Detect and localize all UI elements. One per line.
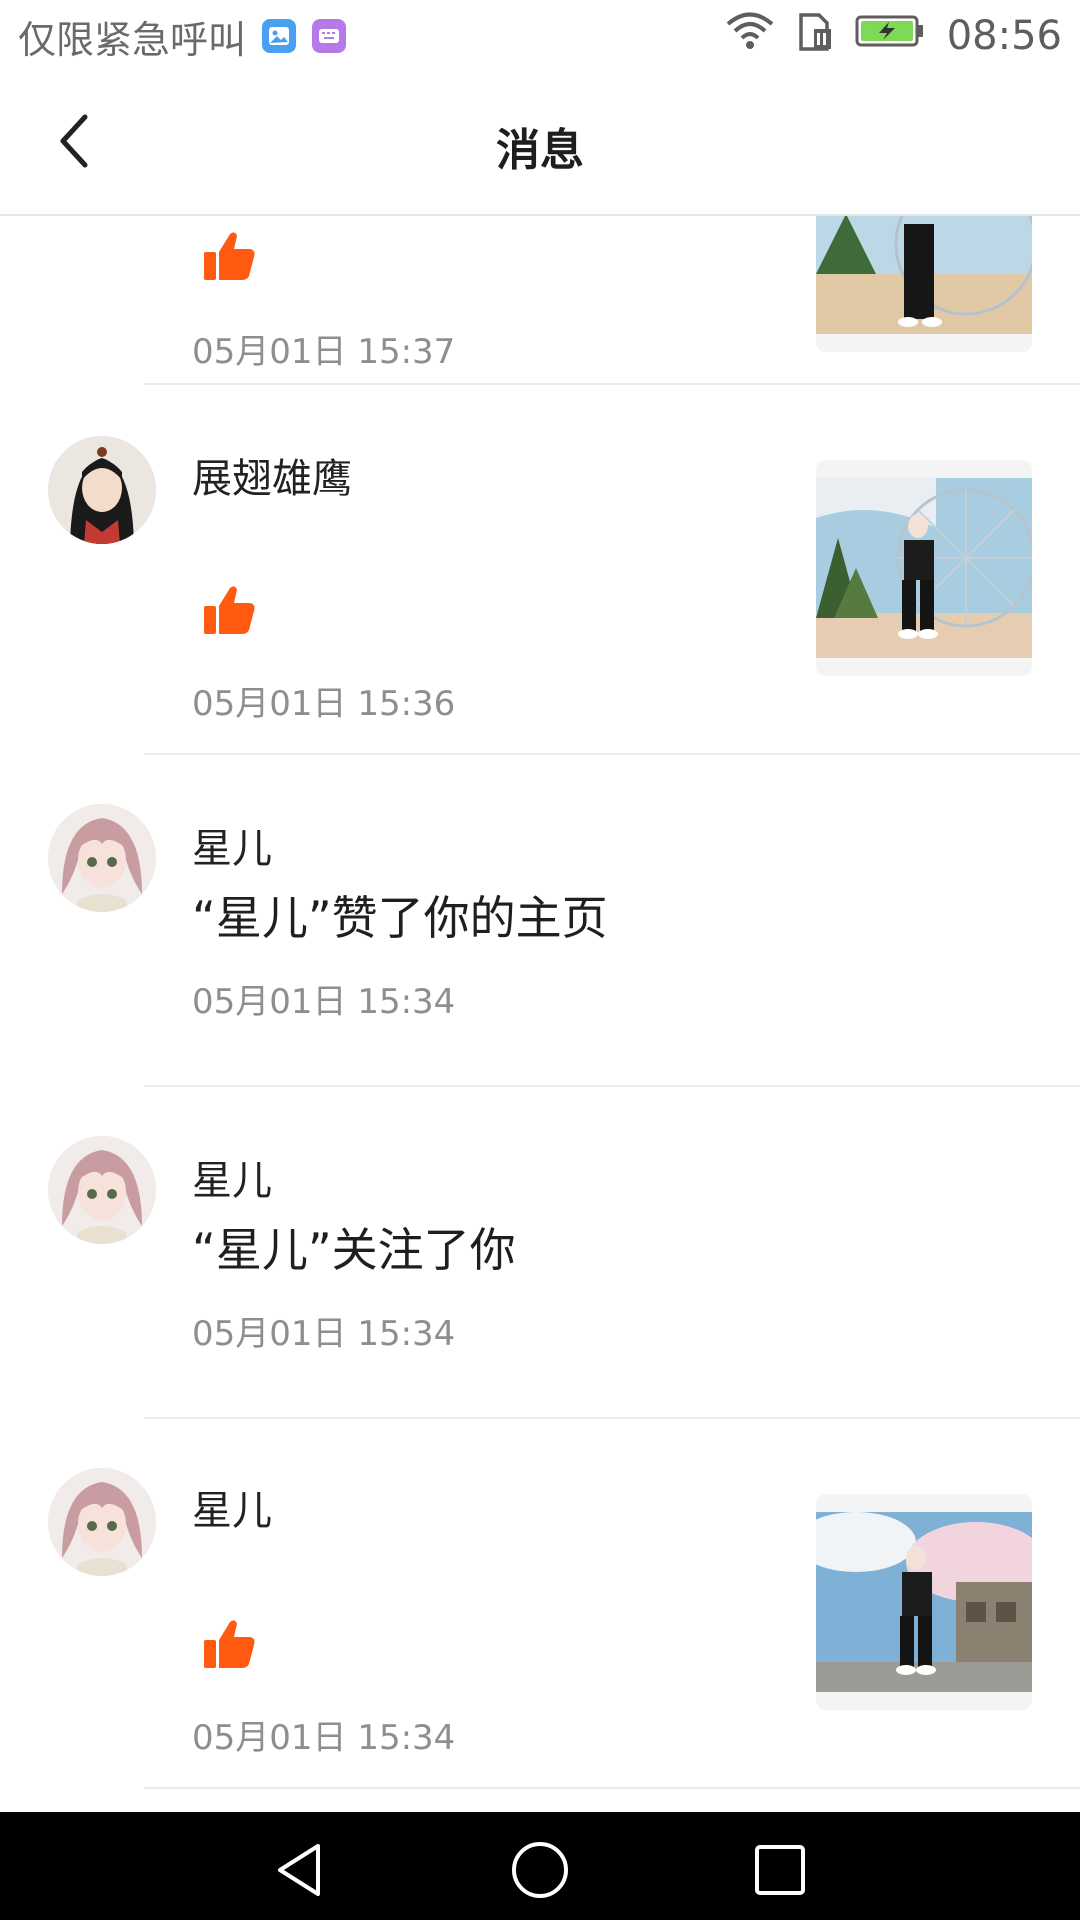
status-left: 仅限紧急呼叫 [18,10,347,62]
message-text: “星儿”关注了你 [192,1223,516,1277]
post-thumbnail[interactable] [816,216,1032,352]
timestamp: 05月01日 15:34 [192,1314,456,1354]
post-thumbnail[interactable] [816,1494,1032,1710]
sender-name: 展翅雄鹰 [192,456,352,502]
avatar[interactable] [48,1468,156,1576]
divider [144,1085,1080,1087]
avatar[interactable] [48,436,156,544]
gallery-app-icon [262,19,297,53]
post-thumbnail-image [816,216,1032,334]
sender-name: 星儿 [192,826,272,872]
thumbs-up-icon [204,232,255,280]
sim-icon [797,11,833,61]
list-item[interactable]: 展翅雄鹰 05月01日 15:36 [0,386,1080,754]
back-triangle-icon[interactable] [270,1840,330,1900]
clock: 08:56 [946,13,1062,59]
keyboard-app-icon [312,19,347,53]
status-right: 08:56 [725,10,1062,62]
home-circle-icon[interactable] [510,1840,570,1900]
sender-name: 星儿 [192,1158,272,1204]
wifi-icon [725,11,775,61]
header: 消息 [0,72,1080,216]
avatar[interactable] [48,1136,156,1244]
message-text: “星儿”赞了你的主页 [192,891,608,945]
status-bar: 仅限紧急呼叫 08:56 [0,0,1080,72]
thumbs-up-icon [204,1620,255,1668]
battery-charging-icon [855,13,925,59]
timestamp: 05月01日 15:36 [192,684,456,724]
thumbs-up-icon [204,586,255,634]
divider [144,753,1080,755]
divider [144,383,1080,385]
divider [144,1417,1080,1419]
system-nav-bar [0,1812,1080,1920]
divider [144,1787,1080,1789]
sender-name: 星儿 [192,1488,272,1534]
post-thumbnail-image [816,478,1032,658]
post-thumbnail-image [816,1512,1032,1692]
list-item[interactable]: 星儿 05月01日 15:34 [0,1420,1080,1788]
list-item[interactable]: 星儿 “星儿”关注了你 05月01日 15:34 [0,1088,1080,1418]
timestamp: 05月01日 15:34 [192,1718,456,1758]
carrier-text: 仅限紧急呼叫 [18,17,247,62]
avatar[interactable] [48,804,156,912]
list-item[interactable]: 星儿 “星儿”赞了你的主页 05月01日 15:34 [0,756,1080,1086]
timestamp: 05月01日 15:37 [192,332,456,372]
message-list[interactable]: 05月01日 15:37 展翅雄鹰 05月01日 15:36 星儿 “星儿”赞了… [0,216,1080,1812]
page-title: 消息 [496,125,584,176]
recents-square-icon[interactable] [750,1840,810,1900]
timestamp: 05月01日 15:34 [192,982,456,1022]
post-thumbnail[interactable] [816,460,1032,676]
